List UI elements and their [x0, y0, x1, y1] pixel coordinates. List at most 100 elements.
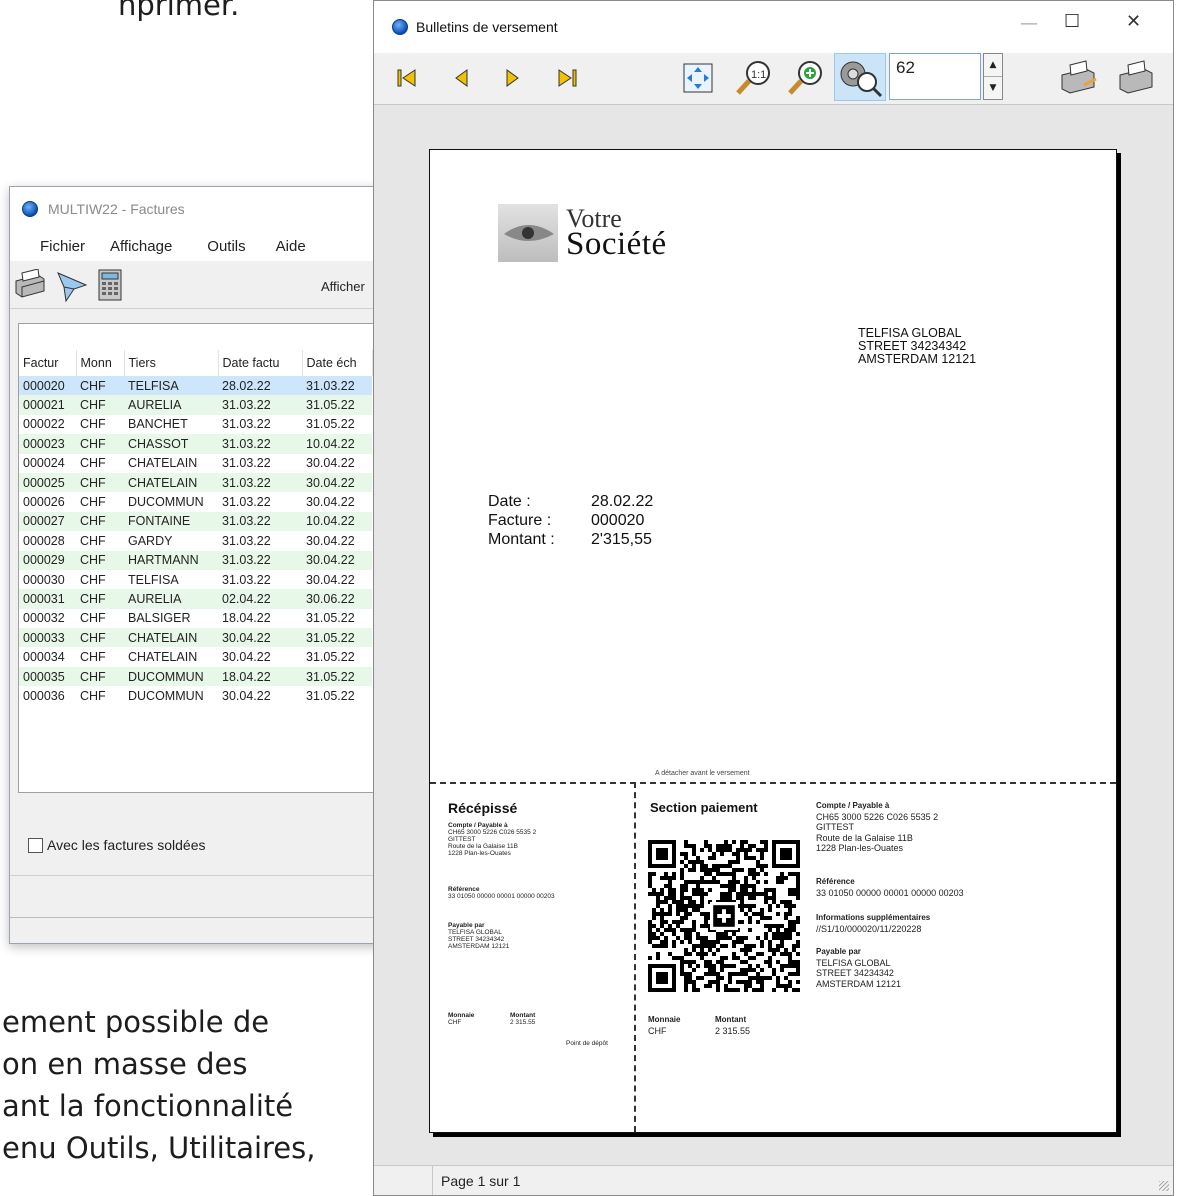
table-cell: 18.04.22 — [222, 669, 271, 684]
info-value: 28.02.22 — [591, 493, 654, 510]
field-label: Montant — [510, 1012, 536, 1019]
table-row[interactable]: 000021 CHF AURELIA 31.03.22 31.05.22 — [19, 395, 372, 415]
table-cell: 000022 — [23, 417, 65, 432]
table-cell: TELFISA — [128, 572, 179, 587]
column-header[interactable]: Monn — [76, 350, 125, 376]
stepper-down-icon[interactable]: ▼ — [984, 77, 1002, 100]
printer-icon[interactable] — [12, 269, 48, 301]
table-cell: 000020 — [23, 378, 65, 393]
next-page-icon[interactable] — [502, 67, 524, 89]
invoice-list[interactable]: Factur Monn Tiers Date factu Date éch 00… — [18, 323, 380, 793]
table-cell: CHF — [80, 533, 106, 548]
table-cell: AURELIA — [128, 398, 182, 413]
column-header[interactable]: Tiers — [124, 350, 219, 376]
table-row[interactable]: 000028 CHF GARDY 31.03.22 30.04.22 — [19, 531, 372, 551]
column-header[interactable]: Date factu — [218, 350, 303, 376]
table-row[interactable]: 000024 CHF CHATELAIN 31.03.22 30.04.22 — [19, 453, 372, 473]
field-value: STREET 34234342 — [448, 936, 505, 943]
table-cell: HARTMANN — [128, 553, 199, 568]
table-row[interactable]: 000026 CHF DUCOMMUN 31.03.22 30.04.22 — [19, 492, 372, 512]
preview-toolbar: 1:1 62 ▲ ▼ — [374, 53, 1173, 105]
table-row[interactable]: 000034 CHF CHATELAIN 30.04.22 31.05.22 — [19, 647, 372, 667]
zoom-custom-toggle[interactable] — [834, 53, 886, 101]
funnel-icon[interactable] — [54, 269, 90, 303]
field-value: CH65 3000 5226 C026 5535 2 — [448, 829, 537, 836]
solded-invoices-checkbox[interactable] — [28, 837, 43, 853]
table-row[interactable]: 000030 CHF TELFISA 31.03.22 30.04.22 — [19, 569, 372, 590]
column-header[interactable]: Date éch — [302, 350, 373, 376]
solded-invoices-option[interactable]: Avec les factures soldées — [28, 837, 206, 853]
bulletins-titlebar[interactable]: Bulletins de versement — ☐ ✕ — [374, 1, 1173, 53]
field-value: TELFISA GLOBAL — [816, 957, 891, 968]
table-cell: 31.03.22 — [222, 533, 271, 548]
previous-page-icon[interactable] — [450, 67, 472, 89]
table-row[interactable]: 000029 CHF HARTMANN 31.03.22 30.04.22 — [19, 550, 372, 570]
table-cell: 31.05.22 — [306, 630, 355, 645]
table-row[interactable]: 000020 CHF TELFISA 28.02.22 31.03.22 — [19, 376, 372, 396]
column-header[interactable]: Factur — [19, 350, 77, 376]
table-cell: 31.03.22 — [306, 378, 355, 393]
menu-fichier[interactable]: Fichier — [10, 238, 100, 255]
menu-outils[interactable]: Outils — [192, 238, 260, 255]
zoom-in-icon[interactable] — [786, 59, 826, 97]
payment-account: Compte / Payable à CH65 3000 5226 C026 5… — [816, 800, 938, 854]
printer-setup-icon[interactable] — [1116, 59, 1158, 99]
cut-line-vertical — [634, 782, 636, 1132]
field-value: 33 01050 00000 00001 00000 00203 — [816, 887, 964, 898]
table-row[interactable]: 000025 CHF CHATELAIN 31.03.22 30.04.22 — [19, 472, 372, 493]
table-row[interactable]: 000035 CHF DUCOMMUN 18.04.22 31.05.22 — [19, 666, 372, 687]
zoom-actual-size-icon[interactable]: 1:1 — [734, 59, 774, 97]
table-cell: 30.04.22 — [306, 533, 355, 548]
menubar: Fichier Affichage Outils Aide — [10, 231, 380, 261]
background-text-line: on en masse des — [2, 1047, 248, 1081]
menu-aide[interactable]: Aide — [261, 238, 321, 255]
factures-titlebar[interactable]: MULTIW22 - Factures — [10, 187, 380, 231]
table-cell: 10.04.22 — [306, 514, 355, 529]
table-row[interactable]: 000031 CHF AURELIA 02.04.22 30.06.22 — [19, 589, 372, 609]
table-cell: 31.05.22 — [306, 611, 355, 626]
table-row[interactable]: 000027 CHF FONTAINE 31.03.22 10.04.22 — [19, 511, 372, 532]
zoom-stepper[interactable]: ▲ ▼ — [983, 53, 1003, 100]
print-icon[interactable] — [1058, 59, 1100, 99]
table-cell: FONTAINE — [128, 514, 191, 529]
table-cell: 000031 — [23, 591, 65, 606]
table-cell: CHF — [80, 475, 106, 490]
field-value: 33 01050 00000 00001 00000 00203 — [448, 893, 555, 900]
table-cell: CHF — [80, 456, 106, 471]
field-value: CHF — [448, 1019, 462, 1026]
table-cell: 000021 — [23, 398, 65, 413]
info-value: 000020 — [591, 512, 645, 529]
resize-grip[interactable] — [1159, 1181, 1169, 1191]
maximize-button[interactable]: ☐ — [1064, 11, 1080, 32]
table-row[interactable]: 000023 CHF CHASSOT 31.03.22 10.04.22 — [19, 434, 372, 454]
table-row[interactable]: 000022 CHF BANCHET 31.03.22 31.05.22 — [19, 414, 372, 435]
payment-payer: Payable par TELFISA GLOBAL STREET 342343… — [816, 946, 901, 989]
table-row[interactable]: 000032 CHF BALSIGER 18.04.22 31.05.22 — [19, 608, 372, 629]
close-button[interactable]: ✕ — [1126, 11, 1141, 32]
minimize-button[interactable]: — — [1020, 13, 1038, 34]
payment-section-title: Section paiement — [650, 800, 758, 815]
receipt-reference: Référence 33 01050 00000 00001 00000 002… — [448, 886, 555, 900]
menu-affichage[interactable]: Affichage — [100, 238, 192, 255]
zoom-percent-input[interactable]: 62 — [889, 53, 981, 100]
app-icon — [22, 201, 38, 217]
table-cell: 30.06.22 — [306, 591, 355, 606]
stepper-up-icon[interactable]: ▲ — [984, 54, 1002, 77]
field-value: GITTEST — [448, 836, 476, 843]
table-row[interactable]: 000036 CHF DUCOMMUN 30.04.22 31.05.22 — [19, 686, 372, 706]
logo-line2: Société — [566, 226, 667, 262]
afficher-label[interactable]: Afficher — [321, 279, 365, 294]
payment-reference: Référence 33 01050 00000 00001 00000 002… — [816, 876, 964, 898]
table-cell: 30.04.22 — [306, 572, 355, 587]
last-page-icon[interactable] — [556, 67, 578, 89]
calculator-icon[interactable] — [96, 269, 126, 303]
table-cell: DUCOMMUN — [128, 669, 204, 684]
first-page-icon[interactable] — [396, 67, 418, 89]
detach-note: A détacher avant le versement — [655, 770, 750, 777]
table-cell: CHATELAIN — [128, 456, 198, 471]
table-header: Factur Monn Tiers Date factu Date éch — [19, 350, 373, 376]
table-row[interactable]: 000033 CHF CHATELAIN 30.04.22 31.05.22 — [19, 628, 372, 648]
field-label: Référence — [816, 877, 855, 886]
field-value: 2 315.55 — [715, 1025, 751, 1036]
fit-page-icon[interactable] — [682, 62, 714, 94]
